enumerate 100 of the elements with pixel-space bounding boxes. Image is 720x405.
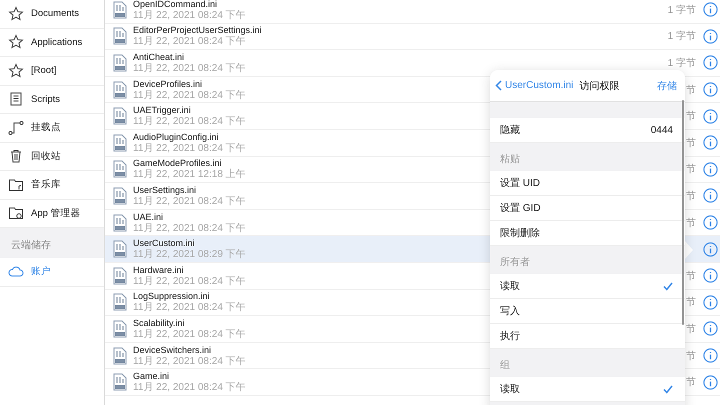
info-icon[interactable] (703, 188, 718, 204)
path-icon (8, 120, 24, 136)
section-header: 组 (500, 359, 510, 372)
star-icon (8, 6, 24, 22)
file-size: 节 (686, 270, 696, 283)
ini-file-icon (113, 214, 127, 232)
action-row[interactable]: 限制删除 (490, 221, 685, 246)
file-date: 11月 22, 2021 08:24 下午 (133, 276, 246, 287)
folder-app-icon (8, 205, 24, 222)
info-icon[interactable] (703, 242, 718, 257)
file-name: EditorPerProjectUserSettings.ini (133, 25, 262, 36)
sidebar-item[interactable]: [Root] (0, 57, 104, 86)
file-name: GameModeProfiles.ini (133, 158, 222, 169)
scrollbar[interactable] (682, 100, 684, 325)
file-name: Scalability.ini (133, 318, 184, 329)
file-date: 11月 22, 2021 08:24 下午 (133, 116, 246, 128)
file-name: LogSuppression.ini (133, 291, 210, 302)
sidebar-item[interactable]: 挂载点 (0, 114, 104, 142)
ini-file-icon (113, 266, 127, 285)
file-size: 节 (686, 322, 696, 336)
sidebar-item[interactable]: 账户 (0, 258, 104, 286)
file-size: 节 (686, 110, 696, 124)
file-name: UAE.ini (133, 212, 164, 223)
info-icon[interactable] (703, 55, 718, 70)
file-date: 11月 22, 2021 08:24 下午 (133, 356, 246, 367)
row-label: 写入 (500, 304, 520, 318)
info-icon[interactable] (703, 268, 718, 284)
file-name: DeviceProfiles.ini (133, 78, 202, 90)
info-icon[interactable] (703, 135, 718, 150)
file-name: UAETrigger.ini (133, 105, 191, 116)
file-size: 1 字节 (668, 4, 696, 17)
file-date: 11月 22, 2021 08:24 下午 (133, 328, 246, 340)
info-icon[interactable] (703, 162, 718, 177)
permission-row[interactable]: 执行 (490, 324, 685, 349)
info-icon[interactable] (703, 82, 718, 98)
file-size: 1 字节 (668, 30, 696, 44)
file-name: Hardware.ini (133, 264, 184, 276)
file-date: 11月 22, 2021 08:24 下午 (133, 302, 246, 314)
ini-file-icon (113, 293, 127, 312)
ini-file-icon (113, 80, 127, 99)
scroll-icon (8, 91, 24, 108)
file-row[interactable]: OpenIDCommand.ini 11月 22, 2021 08:24 下午 1 字节 (105, 0, 720, 24)
save-button[interactable]: 存储 (657, 78, 677, 92)
file-row[interactable]: EditorPerProjectUserSettings.ini 11月 22, 2021 08:24 下午 1 字节 (105, 24, 720, 50)
ini-file-icon (113, 134, 127, 152)
sidebar-item[interactable]: 回收站 (0, 142, 104, 171)
file-date: 11月 22, 2021 08:24 下午 (133, 90, 246, 101)
file-date: 11月 22, 2021 08:24 下午 (133, 196, 246, 207)
file-size: 节 (686, 376, 696, 390)
star-icon (8, 62, 24, 79)
info-icon[interactable] (703, 294, 718, 310)
ini-file-icon (113, 346, 127, 365)
file-size: 节 (686, 296, 696, 310)
section-header: 云端储存 (0, 228, 104, 258)
info-icon[interactable] (703, 321, 718, 336)
file-name: DeviceSwitchers.ini (133, 344, 212, 356)
file-date: 11月 22, 2021 08:29 下午 (133, 249, 246, 260)
sidebar-item[interactable]: Scripts (0, 86, 104, 114)
sidebar-item[interactable]: Applications (0, 28, 104, 57)
file-date: 11月 22, 2021 08:24 下午 (133, 62, 246, 74)
info-icon[interactable] (703, 215, 718, 230)
permission-row[interactable]: 读取 (490, 274, 685, 299)
sidebar-item[interactable]: 音乐库 (0, 171, 104, 200)
chevron-left-icon (495, 80, 502, 91)
value-row[interactable]: 隐藏 0444 (490, 118, 685, 143)
file-date: 11月 22, 2021 08:24 下午 (133, 382, 246, 394)
file-name: UserSettings.ini (133, 184, 196, 196)
info-icon[interactable] (703, 2, 718, 18)
row-label: 执行 (500, 330, 520, 343)
file-name: OpenIDCommand.ini (133, 0, 218, 10)
file-name: Game.ini (133, 371, 170, 382)
sidebar-item[interactable]: Documents (0, 0, 104, 28)
info-icon[interactable] (703, 108, 718, 124)
file-name: AudioPluginConfig.ini (133, 132, 219, 143)
file-size: 节 (686, 162, 696, 176)
ini-file-icon (113, 160, 127, 178)
file-date: 11月 22, 2021 08:24 下午 (133, 10, 246, 21)
file-size: 节 (686, 136, 696, 150)
file-date: 11月 22, 2021 12:18 上午 (133, 169, 246, 180)
info-icon[interactable] (703, 28, 718, 44)
permission-row[interactable]: 写入 (490, 299, 685, 324)
ini-file-icon (113, 186, 127, 205)
file-size: 节 (686, 216, 696, 230)
popover-title: 访问权限 (579, 80, 620, 92)
file-name: AntiCheat.ini (133, 52, 184, 63)
file-size: 1 字节 (668, 56, 696, 70)
file-size: 节 (686, 190, 696, 203)
folder-music-icon (8, 176, 24, 193)
permission-row[interactable]: 读取 (490, 377, 685, 402)
ini-file-icon (113, 27, 127, 46)
ini-file-icon (113, 320, 127, 338)
ini-file-icon (113, 0, 127, 19)
file-date: 11月 22, 2021 08:24 下午 (133, 36, 246, 48)
action-row[interactable]: 设置 UID (490, 171, 685, 196)
star-icon (8, 34, 24, 50)
file-name: UserCustom.ini (133, 238, 195, 249)
file-date: 11月 22, 2021 08:24 下午 (133, 142, 246, 154)
info-icon[interactable] (703, 348, 718, 364)
info-icon[interactable] (703, 374, 718, 390)
action-row[interactable]: 设置 GID (490, 196, 685, 221)
